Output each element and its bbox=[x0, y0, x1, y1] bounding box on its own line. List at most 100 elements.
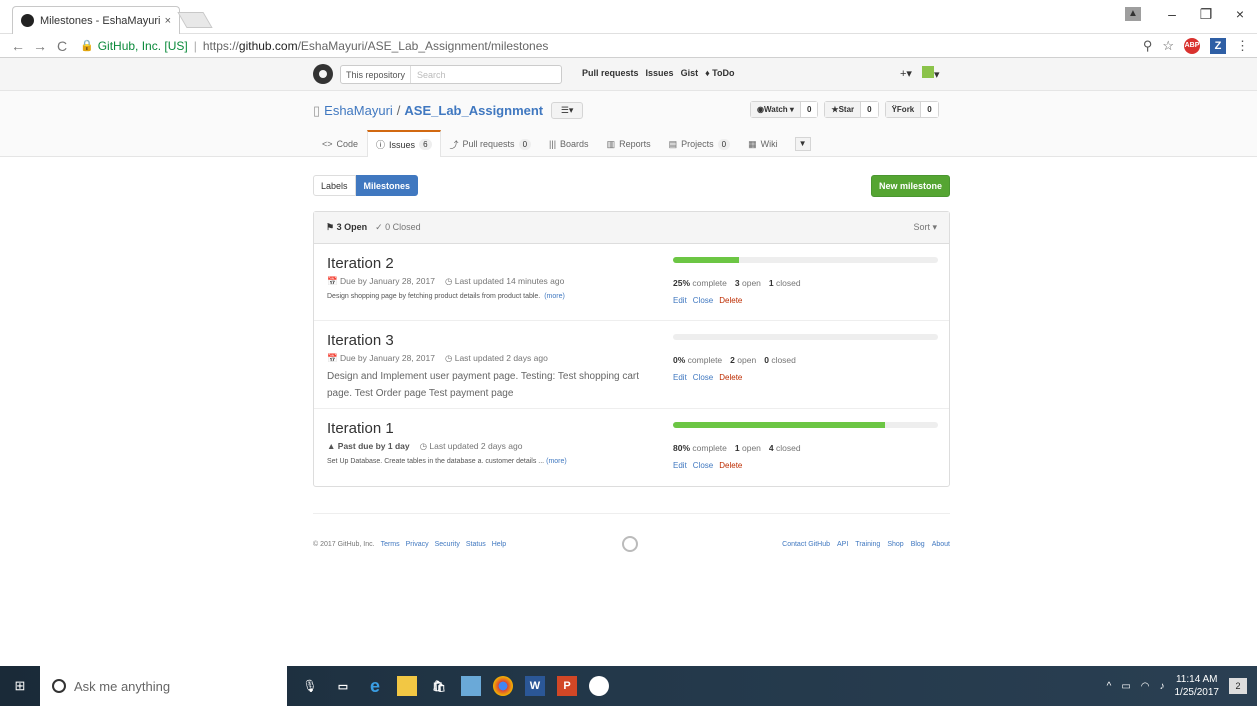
volume-icon[interactable]: ♪ bbox=[1160, 681, 1165, 692]
footer-link-shop[interactable]: Shop bbox=[887, 541, 903, 548]
nav-issues[interactable]: Issues bbox=[646, 68, 674, 78]
milestone-title[interactable]: Iteration 3 bbox=[327, 332, 657, 349]
tab-projects[interactable]: ▤ Projects 0 bbox=[660, 130, 739, 157]
closed-filter[interactable]: ✓ 0 Closed bbox=[375, 222, 421, 233]
nav-gist[interactable]: Gist bbox=[681, 68, 699, 78]
windows-start-icon[interactable]: ⊞ bbox=[0, 666, 40, 706]
file-explorer-icon[interactable] bbox=[397, 676, 417, 696]
minimize-button[interactable]: – bbox=[1155, 6, 1189, 22]
footer-link-help[interactable]: Help bbox=[492, 541, 506, 548]
clock[interactable]: 11:14 AM 1/25/2017 bbox=[1175, 673, 1220, 699]
watch-button[interactable]: ◉ Watch ▾ bbox=[751, 102, 801, 117]
footer-link-security[interactable]: Security bbox=[435, 541, 460, 548]
microphone-icon[interactable]: 🎙 bbox=[295, 679, 325, 693]
fork-button[interactable]: Ÿ Fork bbox=[885, 102, 922, 117]
user-menu: +▾ ▾ bbox=[900, 66, 939, 81]
avatar-menu[interactable]: ▾ bbox=[921, 66, 939, 81]
footer-link-blog[interactable]: Blog bbox=[911, 541, 925, 548]
tab-code[interactable]: <> Code bbox=[313, 130, 367, 157]
footer-link-about[interactable]: About bbox=[932, 541, 950, 548]
url-input[interactable]: 🔒 GitHub, Inc. [US] | https:// github.co… bbox=[80, 36, 1143, 56]
delete-link[interactable]: Delete bbox=[719, 296, 742, 305]
reload-button[interactable]: C bbox=[52, 38, 72, 54]
store-icon[interactable]: 🛍 bbox=[429, 676, 449, 696]
chevron-down-icon[interactable]: ▼ bbox=[794, 136, 811, 151]
app-icon[interactable] bbox=[461, 676, 481, 696]
new-tab-button[interactable] bbox=[177, 12, 213, 28]
bookmark-star-icon[interactable]: ☆ bbox=[1162, 38, 1174, 54]
close-link[interactable]: Close bbox=[693, 373, 713, 382]
repo-list-menu-button[interactable]: ☰▾ bbox=[551, 102, 584, 119]
milestones-link[interactable]: Milestones bbox=[355, 175, 419, 196]
tab-wiki[interactable]: ▦ Wiki bbox=[739, 130, 787, 157]
create-new-button[interactable]: +▾ bbox=[900, 67, 912, 80]
close-link[interactable]: Close bbox=[693, 296, 713, 305]
open-issues[interactable]: 2 open bbox=[730, 355, 756, 365]
tab-issues[interactable]: ⓘ Issues 6 bbox=[367, 130, 441, 157]
tab-close-icon[interactable]: × bbox=[165, 15, 171, 27]
delete-link[interactable]: Delete bbox=[719, 461, 742, 470]
close-window-button[interactable]: × bbox=[1223, 6, 1257, 22]
browser-menu-icon[interactable]: ⋮ bbox=[1236, 38, 1249, 54]
wifi-icon[interactable]: ◠ bbox=[1141, 681, 1150, 692]
adblock-icon[interactable]: ABP bbox=[1184, 37, 1200, 54]
labels-link[interactable]: Labels bbox=[313, 175, 356, 196]
footer-link-api[interactable]: API bbox=[837, 541, 848, 548]
star-count[interactable]: 0 bbox=[861, 102, 878, 117]
back-button[interactable]: ← bbox=[8, 38, 28, 54]
word-icon[interactable]: W bbox=[525, 676, 545, 696]
powerpoint-icon[interactable]: P bbox=[557, 676, 577, 696]
cortana-search[interactable]: Ask me anything bbox=[40, 666, 287, 706]
edit-link[interactable]: Edit bbox=[673, 461, 687, 470]
watch-count[interactable]: 0 bbox=[800, 102, 818, 117]
maximize-button[interactable]: ❐ bbox=[1189, 6, 1223, 23]
star-button[interactable]: ★ Star bbox=[825, 102, 862, 117]
battery-icon[interactable]: ▭ bbox=[1121, 681, 1130, 692]
repo-owner-link[interactable]: EshaMayuri bbox=[324, 103, 393, 118]
milestone-title[interactable]: Iteration 2 bbox=[327, 255, 657, 272]
notifications-icon[interactable]: 2 bbox=[1229, 678, 1247, 694]
tab-reports[interactable]: ▥ Reports bbox=[598, 130, 660, 157]
edit-link[interactable]: Edit bbox=[673, 296, 687, 305]
nav-todo[interactable]: ♦ ToDo bbox=[705, 68, 734, 78]
footer-link-privacy[interactable]: Privacy bbox=[406, 541, 429, 548]
fork-count[interactable]: 0 bbox=[921, 102, 938, 117]
delete-link[interactable]: Delete bbox=[719, 373, 742, 382]
complete-label: complete bbox=[687, 355, 723, 365]
github-logo-icon[interactable] bbox=[313, 64, 333, 84]
closed-issues[interactable]: 4 closed bbox=[769, 443, 801, 453]
search-input[interactable]: This repository Search bbox=[340, 65, 562, 84]
repo-name-link[interactable]: ASE_Lab_Assignment bbox=[404, 103, 543, 118]
close-link[interactable]: Close bbox=[693, 461, 713, 470]
tray-chevron-icon[interactable]: ^ bbox=[1107, 681, 1112, 692]
edit-link[interactable]: Edit bbox=[673, 373, 687, 382]
milestone-title[interactable]: Iteration 1 bbox=[327, 420, 657, 437]
zoom-icon[interactable]: ⚲ bbox=[1143, 38, 1153, 54]
more-link[interactable]: (more) bbox=[544, 293, 565, 300]
open-issues[interactable]: 3 open bbox=[735, 278, 761, 288]
footer-link-training[interactable]: Training bbox=[855, 541, 880, 548]
closed-issues[interactable]: 1 closed bbox=[769, 278, 801, 288]
footer-link-status[interactable]: Status bbox=[466, 541, 486, 548]
open-issues[interactable]: 1 open bbox=[735, 443, 761, 453]
browser-tab[interactable]: Milestones - EshaMayuri × bbox=[12, 6, 180, 34]
github-desktop-icon[interactable] bbox=[589, 676, 609, 696]
sort-dropdown[interactable]: Sort ▾ bbox=[913, 222, 937, 233]
profile-icon[interactable]: ▲ bbox=[1125, 7, 1141, 21]
nav-pull-requests[interactable]: Pull requests bbox=[582, 68, 639, 78]
system-tray: ^ ▭ ◠ ♪ 11:14 AM 1/25/2017 2 bbox=[1107, 666, 1247, 706]
edge-icon[interactable]: e bbox=[365, 676, 385, 696]
github-mark-icon[interactable] bbox=[622, 536, 638, 552]
footer-link-terms[interactable]: Terms bbox=[381, 541, 400, 548]
open-filter[interactable]: ⚑ 3 Open bbox=[326, 222, 367, 233]
forward-button[interactable]: → bbox=[30, 38, 50, 54]
new-milestone-button[interactable]: New milestone bbox=[871, 175, 950, 197]
footer-link-contact[interactable]: Contact GitHub bbox=[782, 541, 830, 548]
task-view-icon[interactable]: ▭ bbox=[333, 676, 353, 696]
tab-boards[interactable]: ||| Boards bbox=[540, 130, 598, 157]
chrome-icon[interactable] bbox=[493, 676, 513, 696]
tab-pull-requests[interactable]: ⤴ Pull requests 0 bbox=[441, 130, 541, 157]
z-extension-icon[interactable]: Z bbox=[1210, 37, 1226, 54]
closed-issues[interactable]: 0 closed bbox=[764, 355, 796, 365]
more-link[interactable]: (more) bbox=[546, 458, 567, 465]
